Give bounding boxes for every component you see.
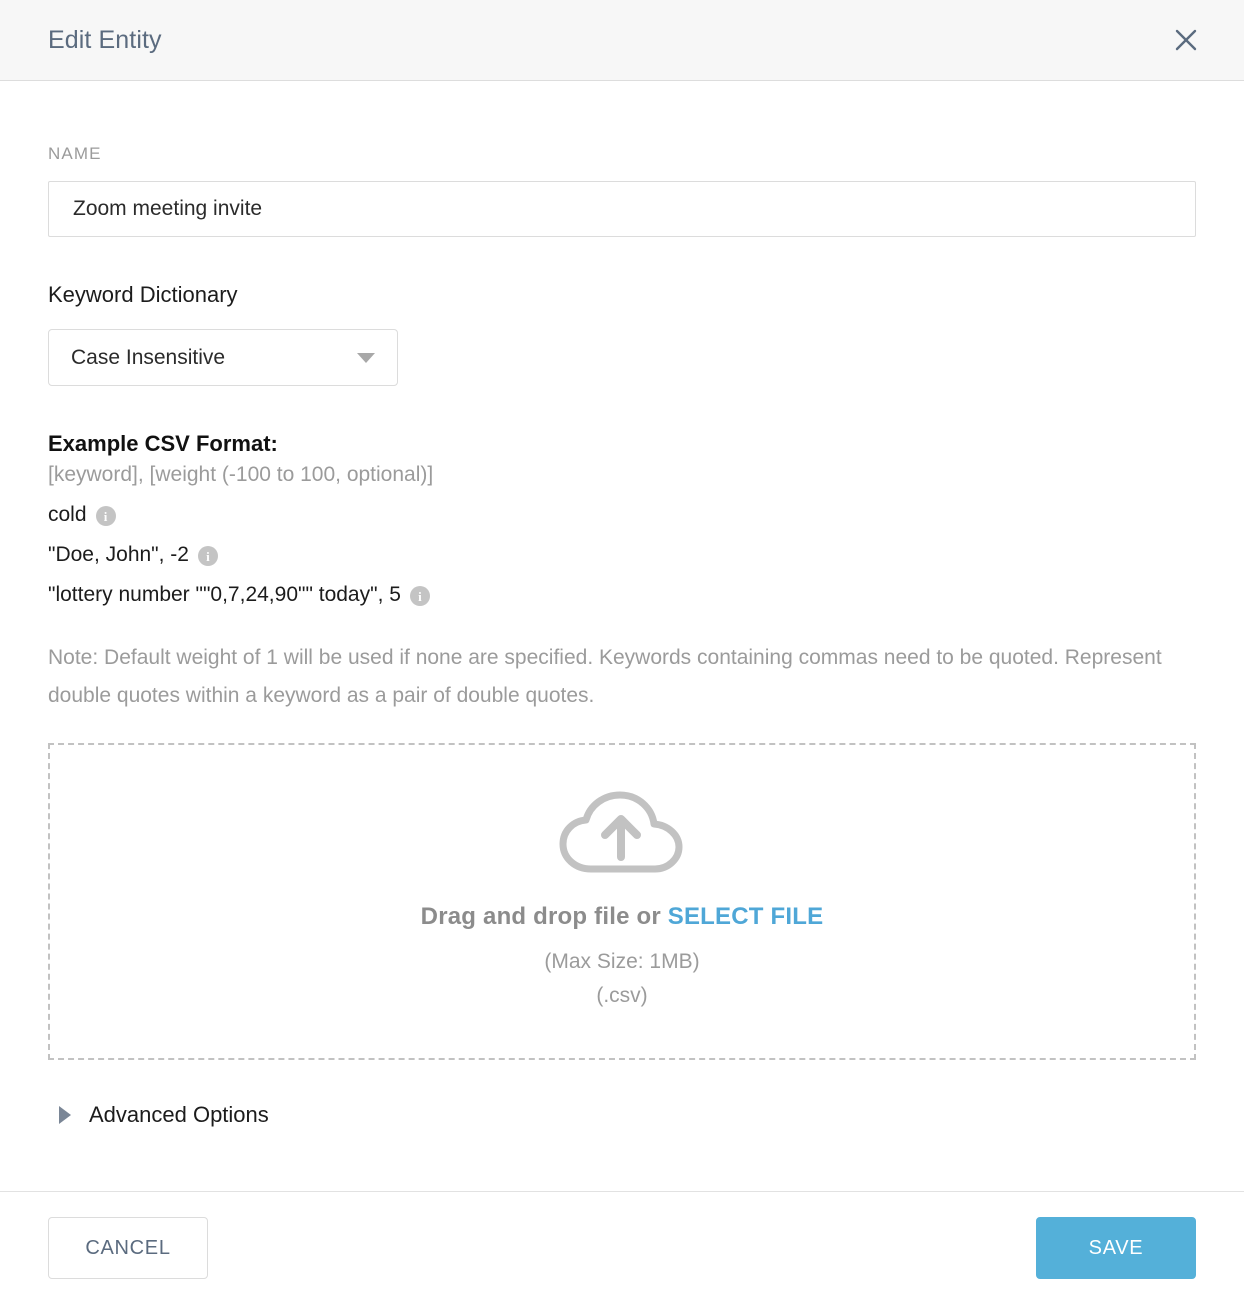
dropzone-main-text: Drag and drop file or SELECT FILE [421,903,824,931]
info-icon[interactable]: i [197,546,218,566]
csv-example-row: "Doe, John", -2 i [48,535,1196,575]
keyword-dictionary-label: Keyword Dictionary [48,282,238,307]
csv-format-line: [keyword], [weight (-100 to 100, optiona… [48,455,1196,495]
csv-example-row-text: "lottery number ""0,7,24,90"" today", 5 [48,583,401,606]
csv-example-row-text: "Doe, John", -2 [48,543,189,566]
cancel-button[interactable]: CANCEL [48,1217,208,1279]
close-button[interactable] [1164,18,1208,62]
csv-example-block: Example CSV Format: [keyword], [weight (… [48,433,1196,715]
keyword-dictionary-select-wrap: Case Insensitive [48,329,398,386]
csv-example-row: cold i [48,495,1196,535]
modal-header: Edit Entity [0,0,1244,81]
file-dropzone[interactable]: Drag and drop file or SELECT FILE (Max S… [48,743,1196,1060]
dropzone-file-types: (.csv) [596,983,648,1007]
info-icon[interactable]: i [95,506,116,526]
info-icon[interactable]: i [409,586,430,606]
select-file-link[interactable]: SELECT FILE [668,903,824,930]
caret-right-icon [59,1106,71,1124]
name-input[interactable] [48,181,1196,237]
chevron-down-icon [357,352,375,363]
close-icon [1171,25,1201,55]
edit-entity-modal: Edit Entity NAME Keyword Dictionary Case… [0,0,1244,1304]
csv-example-row-text: cold [48,503,87,526]
name-field-label: NAME [48,144,102,163]
dropzone-prefix-text: Drag and drop file or [420,902,668,930]
csv-example-heading: Example CSV Format: [48,431,278,456]
keyword-dictionary-value: Case Insensitive [71,345,226,369]
save-button[interactable]: SAVE [1036,1217,1196,1279]
advanced-options-label: Advanced Options [89,1102,269,1127]
modal-body: NAME Keyword Dictionary Case Insensitive… [0,81,1244,1191]
dropzone-sub-text: (Max Size: 1MB) (.csv) [544,945,699,1013]
advanced-options-toggle[interactable]: Advanced Options [48,1102,338,1128]
modal-footer: CANCEL SAVE [0,1191,1244,1304]
csv-example-row: "lottery number ""0,7,24,90"" today", 5 … [48,575,1196,615]
dropzone-max-size: (Max Size: 1MB) [544,949,700,973]
keyword-dictionary-select[interactable]: Case Insensitive [48,329,398,386]
page-title: Edit Entity [48,25,162,54]
cloud-upload-icon [557,791,687,877]
csv-format-text: [keyword], [weight (-100 to 100, optiona… [48,463,434,486]
csv-note-text: Note: Default weight of 1 will be used i… [48,646,1162,707]
